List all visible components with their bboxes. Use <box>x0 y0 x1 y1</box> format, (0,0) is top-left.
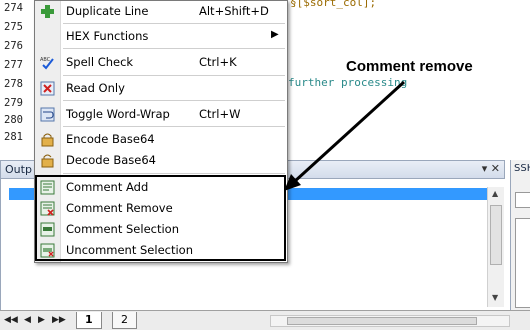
annotation-callout: Comment remove <box>346 58 473 75</box>
annotation-arrow <box>284 80 406 191</box>
